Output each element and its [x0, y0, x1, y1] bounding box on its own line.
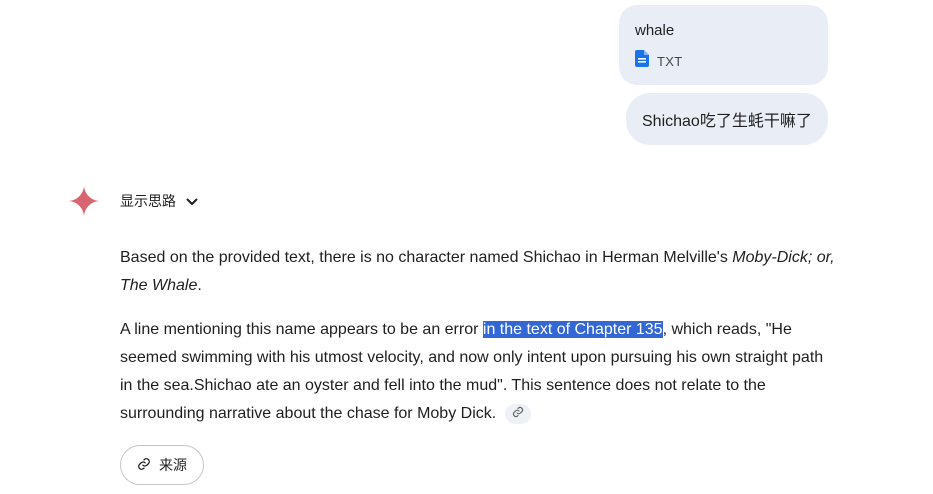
selected-text: in the text of Chapter 135 — [482, 321, 663, 338]
attachment-chip[interactable]: whale TXT — [619, 5, 828, 85]
show-thoughts-toggle[interactable]: 显示思路 — [120, 189, 198, 213]
link-icon — [137, 457, 151, 474]
paragraph-2-before: A line mentioning this name appears to b… — [120, 321, 483, 338]
document-icon — [635, 50, 649, 72]
citation-chip[interactable] — [504, 403, 531, 424]
paragraph-1-end: . — [197, 277, 202, 294]
attachment-type-row: TXT — [635, 50, 812, 72]
paragraph-1-text: Based on the provided text, there is no … — [120, 249, 733, 266]
attachment-file-name: whale — [635, 22, 675, 39]
chevron-down-icon — [186, 193, 198, 209]
response-paragraph-1: Based on the provided text, there is no … — [120, 244, 836, 300]
user-message-bubble: Shichao吃了生蚝干嘛了 — [626, 93, 828, 145]
chat-page: whale TXT Shichao吃了生蚝干嘛了 显示思路 Based on t… — [0, 0, 933, 494]
gemini-sparkle-icon — [69, 186, 99, 216]
sources-label: 来源 — [159, 457, 187, 473]
assistant-response: Based on the provided text, there is no … — [120, 244, 836, 444]
attachment-file-type: TXT — [657, 53, 683, 69]
response-paragraph-2: A line mentioning this name appears to b… — [120, 316, 836, 428]
show-thoughts-label: 显示思路 — [120, 193, 176, 209]
sources-button[interactable]: 来源 — [120, 445, 204, 485]
link-icon — [512, 400, 524, 428]
